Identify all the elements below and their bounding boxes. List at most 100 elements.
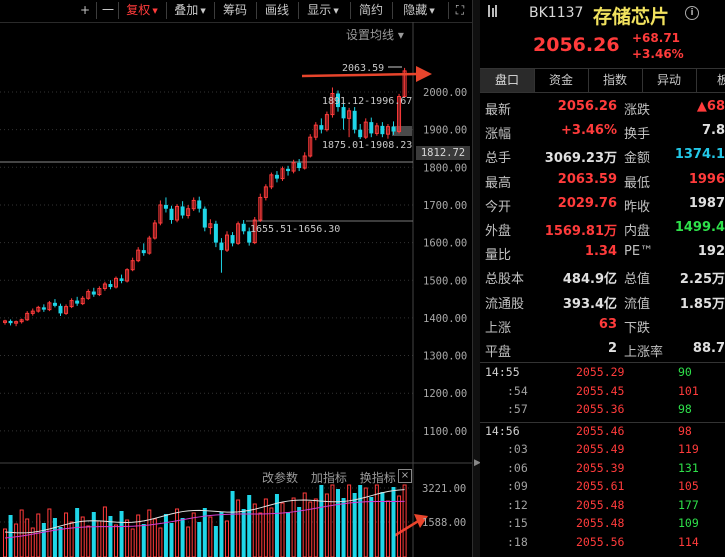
tick-row: 14:55 2055.29 90: [480, 365, 725, 383]
tick-row: :18 2055.56 114: [480, 535, 725, 553]
quote-value: 7.8: [701, 123, 725, 139]
tab-index[interactable]: 指数: [588, 69, 643, 92]
kline-chart[interactable]: 2000.00 1900.00 1800.00 1700.00 1600.00 1500.…: [0, 22, 472, 557]
info-icon[interactable]: i: [685, 6, 699, 20]
adjust-button[interactable]: 复权 ▼: [118, 2, 165, 19]
tick-volume: 131: [678, 460, 699, 475]
volume-bar: [208, 516, 213, 557]
draw-line-button[interactable]: 画线: [256, 2, 297, 19]
candle-body: [358, 129, 363, 138]
tick-time: :06: [507, 460, 528, 475]
volume-bar: [363, 487, 368, 557]
tick-time: 14:56: [485, 423, 520, 438]
quote-row: 流通股 393.4亿 流值 1.85万: [480, 290, 725, 314]
range-annotation: 1655.51-1656.30: [250, 224, 340, 235]
quote-value: 2.25万: [679, 272, 725, 288]
volume-bar: [75, 508, 80, 557]
volume-bar: [291, 497, 296, 557]
price-axis-label: 1500.00: [423, 275, 467, 287]
tab-handicap[interactable]: 盘口: [480, 69, 535, 92]
quote-value: 2056.26: [557, 99, 617, 114]
bar-chart-icon[interactable]: [488, 5, 497, 17]
volume-bar: [14, 523, 19, 557]
quote-row: 量比 1.34 PE™ 192: [480, 241, 725, 265]
quote-row: 最新 2056.26 涨跌 ▲68: [480, 96, 725, 120]
quote-value: 1.34: [584, 244, 617, 260]
last-price: 2056.26: [533, 34, 620, 56]
volume-bar: [302, 492, 307, 557]
candle-body: [369, 122, 374, 134]
quote-row: 涨幅 +3.46% 换手 7.8: [480, 120, 725, 144]
display-button[interactable]: 显示 ▼: [298, 2, 347, 19]
candle-body: [380, 125, 385, 135]
simple-button[interactable]: 简约: [350, 2, 391, 19]
quote-label: 总手: [485, 151, 512, 167]
tab-funds[interactable]: 资金: [534, 69, 589, 92]
volume-bar: [230, 491, 235, 557]
candle-body: [169, 208, 174, 221]
volume-bar: [319, 485, 324, 557]
volume-axis-label: 1588.00: [422, 517, 466, 529]
volume-bar: [269, 507, 274, 557]
volume-bar: [130, 528, 135, 557]
quote-label: 总股本: [485, 272, 525, 288]
price-change: +68.71 +3.46%: [632, 30, 684, 62]
tick-time: :54: [507, 383, 528, 398]
price-axis-label: 1800.00: [423, 162, 467, 174]
tick-row: :06 2055.39 131: [480, 461, 725, 479]
volume-bar: [25, 518, 30, 557]
quote-row: 总股本 484.9亿 总值 2.25万: [480, 265, 725, 289]
overlay-button[interactable]: 叠加 ▼: [166, 2, 213, 19]
candle-body: [91, 291, 96, 295]
fullscreen-icon[interactable]: ⛶: [448, 2, 471, 19]
high-annotation: 2063.59: [342, 63, 384, 74]
tick-row: :54 2055.45 101: [480, 384, 725, 402]
volume-bar: [324, 493, 329, 557]
ma-setting-button[interactable]: 设置均线 ▾: [346, 26, 404, 43]
tick-price: 2055.46: [576, 423, 625, 438]
tick-time: 14:55: [485, 365, 520, 379]
zoom-out-button[interactable]: 一: [96, 2, 119, 19]
quote-tabs: 盘口 资金 指数 异动 板: [480, 68, 725, 93]
zoom-in-button[interactable]: +: [74, 2, 96, 19]
candle-body: [108, 284, 113, 288]
change-indicator-button[interactable]: 换指标: [360, 471, 396, 485]
quote-row: 平盘 2 上涨率 88.7: [480, 338, 725, 362]
hide-button[interactable]: 隐藏 ▼: [392, 2, 445, 19]
tick-time: :57: [507, 402, 528, 416]
volume-bar: [86, 525, 91, 557]
volume-bar: [8, 515, 13, 557]
range-annotation: 1875.01-1908.23: [322, 140, 412, 151]
edit-params-button[interactable]: 改参数: [262, 471, 298, 485]
tick-price: 2055.39: [576, 460, 625, 475]
close-icon[interactable]: ×: [398, 469, 412, 483]
tick-time: :18: [507, 534, 528, 549]
tab-movement[interactable]: 异动: [642, 69, 697, 92]
quote-label: 流值: [624, 296, 651, 312]
quote-label: 量比: [485, 248, 512, 264]
volume-bar: [263, 498, 268, 557]
quote-value: 1499.4: [674, 220, 725, 235]
quote-label: 总值: [624, 272, 651, 288]
add-indicator-button[interactable]: 加指标: [311, 471, 347, 485]
tick-time: :03: [507, 442, 528, 456]
candle-body: [391, 126, 396, 132]
quote-label: 下跌: [624, 320, 651, 336]
quote-value: ▲68: [696, 99, 725, 114]
chart-toolbar: + 一 复权 ▼ 叠加 ▼ 筹码 画线 显示 ▼ 简约 隐藏 ▼ ⛶: [0, 0, 472, 23]
candle-body: [241, 223, 246, 232]
candle-body: [141, 250, 146, 254]
quote-value: 88.7: [692, 341, 725, 356]
tick-volume: 177: [678, 497, 699, 512]
quote-row: 今开 2029.76 昨收 1987: [480, 193, 725, 217]
candle-body: [197, 200, 202, 209]
tick-volume: 105: [678, 479, 699, 493]
tab-sector[interactable]: 板: [696, 69, 725, 92]
volume-bar: [336, 489, 340, 557]
quote-label: 换手: [624, 127, 651, 143]
volume-bar: [374, 484, 379, 557]
volume-bar: [102, 506, 107, 557]
volume-bar: [341, 498, 346, 557]
chip-button[interactable]: 筹码: [214, 2, 255, 19]
tick-volume: 101: [678, 383, 699, 398]
